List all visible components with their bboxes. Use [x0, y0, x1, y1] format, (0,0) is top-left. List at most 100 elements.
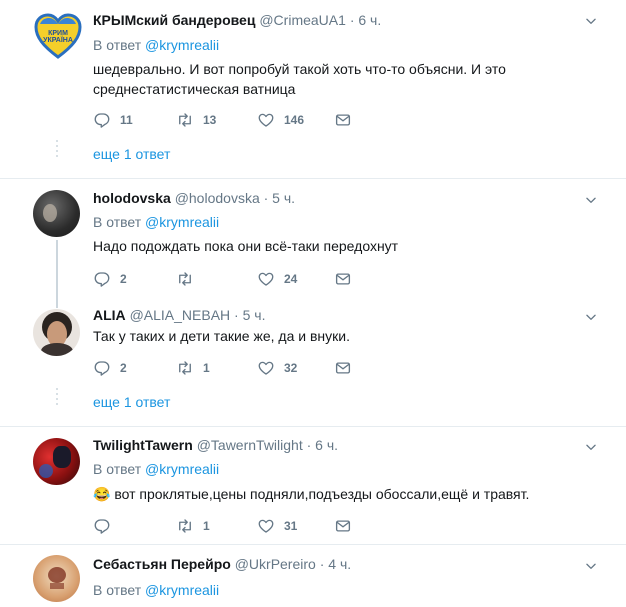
timestamp[interactable]: · 5 ч.: [234, 307, 265, 323]
thread-line: [56, 240, 58, 300]
show-more-replies-link[interactable]: еще 1 ответ: [93, 394, 170, 410]
tweet[interactable]: holodovska @holodovska · 5 ч. В ответ @k…: [0, 180, 626, 300]
tweet-header: Себастьян Перейро @UkrPereiro · 4 ч.: [93, 556, 351, 572]
author-handle[interactable]: @holodovska: [175, 190, 260, 206]
dm-button[interactable]: [334, 516, 352, 536]
like-button[interactable]: 24: [257, 269, 297, 289]
divider: [0, 426, 626, 427]
timestamp[interactable]: · 5 ч.: [264, 190, 295, 206]
tweet[interactable]: Себастьян Перейро @UkrPereiro · 4 ч. В о…: [0, 546, 626, 607]
reply-to-link[interactable]: @krymrealii: [145, 214, 219, 230]
timestamp[interactable]: · 6 ч.: [350, 12, 381, 28]
author-handle[interactable]: @CrimeaUA1: [259, 12, 346, 28]
like-icon: [257, 270, 275, 288]
author-name[interactable]: ALIA: [93, 307, 126, 323]
tweet[interactable]: КРИМ УКРАЇНА КРЫМский бандеровец @Crimea…: [0, 0, 626, 172]
reply-context: В ответ @krymrealii: [93, 37, 219, 53]
dm-icon: [334, 359, 352, 377]
retweet-icon: [176, 359, 194, 377]
author-name[interactable]: Себастьян Перейро: [93, 556, 231, 572]
show-more-replies-link[interactable]: еще 1 ответ: [93, 146, 170, 162]
reply-prefix: В ответ: [93, 461, 142, 477]
avatar-logo-text: КРИМ УКРАЇНА: [43, 30, 73, 44]
reply-icon: [93, 111, 111, 129]
retweet-count: 13: [203, 113, 217, 127]
retweet-icon: [176, 111, 194, 129]
tweet-header: КРЫМский бандеровец @CrimeaUA1 · 6 ч.: [93, 12, 381, 28]
timestamp[interactable]: · 6 ч.: [307, 437, 338, 453]
thread-dots: [56, 388, 58, 408]
dm-button[interactable]: [334, 110, 352, 130]
reply-button[interactable]: 2: [93, 358, 127, 378]
author-name[interactable]: TwilightTawern: [93, 437, 193, 453]
avatar[interactable]: [33, 555, 80, 602]
like-icon: [257, 111, 275, 129]
reply-button[interactable]: 11: [93, 110, 133, 130]
tweet-text: 😂 вот проклятые,цены подняли,подъезды об…: [93, 486, 530, 502]
reply-to-link[interactable]: @krymrealii: [145, 37, 219, 53]
chevron-down-icon[interactable]: [584, 440, 598, 454]
divider: [0, 544, 626, 545]
avatar[interactable]: [33, 190, 80, 237]
chevron-down-icon[interactable]: [584, 559, 598, 573]
like-button[interactable]: 32: [257, 358, 297, 378]
avatar[interactable]: [33, 309, 80, 356]
dm-button[interactable]: [334, 358, 352, 378]
retweet-button[interactable]: 13: [176, 110, 216, 130]
avatar[interactable]: КРИМ УКРАЇНА: [33, 10, 83, 60]
chevron-down-icon[interactable]: [584, 14, 598, 28]
like-count: 146: [284, 113, 305, 127]
like-button[interactable]: 31: [257, 516, 297, 536]
retweet-count: 1: [203, 361, 210, 375]
thread-line: [56, 300, 58, 308]
like-count: 32: [284, 361, 298, 375]
author-handle[interactable]: @TawernTwilight: [197, 437, 303, 453]
tweet-text: шедеврально. И вот попробуй такой хоть ч…: [93, 61, 506, 97]
dm-icon: [334, 111, 352, 129]
tweet[interactable]: ALIA @ALIA_NEBAH · 5 ч. Так у таких и де…: [0, 300, 626, 422]
like-button[interactable]: 146: [257, 110, 304, 130]
retweet-button[interactable]: 1: [176, 516, 210, 536]
tweet[interactable]: TwilightTawern @TawernTwilight · 6 ч. В …: [0, 428, 626, 540]
reply-button[interactable]: [93, 516, 120, 536]
avatar[interactable]: [33, 438, 80, 485]
like-icon: [257, 517, 275, 535]
like-count: 24: [284, 272, 298, 286]
retweet-button[interactable]: [176, 269, 203, 289]
dm-button[interactable]: [334, 269, 352, 289]
reply-prefix: В ответ: [93, 214, 142, 230]
reply-count: 2: [120, 272, 127, 286]
like-count: 31: [284, 519, 298, 533]
reply-count: 11: [120, 113, 133, 127]
timestamp[interactable]: · 4 ч.: [320, 556, 351, 572]
reply-to-link[interactable]: @krymrealii: [145, 461, 219, 477]
reply-prefix: В ответ: [93, 37, 142, 53]
tweet-header: holodovska @holodovska · 5 ч.: [93, 190, 295, 206]
retweet-count: 1: [203, 519, 210, 533]
retweet-button[interactable]: 1: [176, 358, 210, 378]
chevron-down-icon[interactable]: [584, 193, 598, 207]
retweet-icon: [176, 517, 194, 535]
author-handle[interactable]: @UkrPereiro: [235, 556, 316, 572]
author-name[interactable]: holodovska: [93, 190, 171, 206]
chevron-down-icon[interactable]: [584, 310, 598, 324]
tweet-header: TwilightTawern @TawernTwilight · 6 ч.: [93, 437, 338, 453]
reply-icon: [93, 517, 111, 535]
tweet-text: Надо подождать пока они всё-таки передох…: [93, 238, 399, 254]
reply-to-link[interactable]: @krymrealii: [145, 582, 219, 598]
like-icon: [257, 359, 275, 377]
author-handle[interactable]: @ALIA_NEBAH: [130, 307, 231, 323]
reply-context: В ответ @krymrealii: [93, 461, 219, 477]
divider: [0, 178, 626, 179]
author-name[interactable]: КРЫМский бандеровец: [93, 12, 255, 28]
thread-dots: [56, 140, 58, 160]
reply-icon: [93, 359, 111, 377]
dm-icon: [334, 270, 352, 288]
dm-icon: [334, 517, 352, 535]
reply-icon: [93, 270, 111, 288]
reply-context: В ответ @krymrealii: [93, 582, 219, 598]
reply-count: 2: [120, 361, 127, 375]
reply-button[interactable]: 2: [93, 269, 127, 289]
reply-prefix: В ответ: [93, 582, 142, 598]
tweet-text: Так у таких и дети такие же, да и внуки.: [93, 328, 350, 344]
